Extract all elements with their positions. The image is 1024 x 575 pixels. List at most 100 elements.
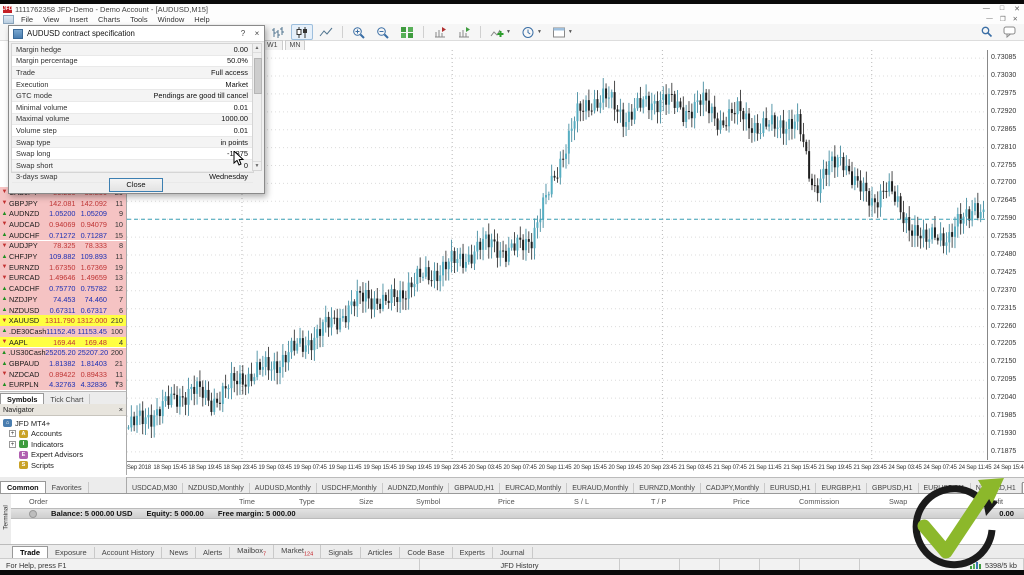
spec-row[interactable]: Execution Market xyxy=(12,79,253,91)
expand-plus-icon[interactable]: + xyxy=(9,440,16,448)
column-header-sl[interactable]: S / L xyxy=(574,497,589,506)
terminal-tab-account-history[interactable]: Account History xyxy=(95,547,163,558)
navigator-item-scripts[interactable]: S Scripts xyxy=(3,460,126,471)
bottom-black-strip xyxy=(0,570,1024,575)
terminal-tab-signals[interactable]: Signals xyxy=(321,547,361,558)
indicators-icon[interactable]: ▼ xyxy=(486,24,515,40)
minimize-icon[interactable]: — xyxy=(983,5,990,13)
dialog-help-icon[interactable]: ? xyxy=(236,29,250,38)
spec-row[interactable]: Swap type in points xyxy=(12,136,253,149)
scrollbar-thumb[interactable] xyxy=(254,58,262,94)
tab-favorites[interactable]: Favorites xyxy=(46,482,89,493)
spec-row[interactable]: Swap long -1.875 xyxy=(12,148,253,160)
navigator-item-indicators[interactable]: + I Indicators xyxy=(3,439,126,450)
menu-help[interactable]: Help xyxy=(189,15,214,24)
terminal-side-tab[interactable]: Terminal xyxy=(0,493,11,545)
column-header-symbol[interactable]: Symbol xyxy=(416,497,440,506)
menu-tools[interactable]: Tools xyxy=(125,15,153,24)
auto-scroll-icon[interactable] xyxy=(453,24,475,40)
close-button[interactable]: Close xyxy=(109,178,163,192)
spec-row[interactable]: Volume step 0.01 xyxy=(12,125,253,137)
navigator-root[interactable]: ⌂ JFD MT4+ xyxy=(3,418,126,429)
scroll-down-icon[interactable]: ▼ xyxy=(253,161,261,170)
column-header-size[interactable]: Size xyxy=(359,497,373,506)
spec-row[interactable]: Swap short 0 xyxy=(12,159,253,172)
column-header-commission[interactable]: Commission xyxy=(799,497,839,506)
market-watch-row[interactable]: ▼ AUDCAD 0.94069 0.94079 10 xyxy=(0,219,126,230)
line-chart-icon[interactable] xyxy=(315,24,337,40)
terminal-tab-code-base[interactable]: Code Base xyxy=(400,547,453,558)
column-header-order[interactable]: Order xyxy=(29,497,48,506)
market-watch-row[interactable]: ▲ NZDJPY 74.453 74.460 7 xyxy=(0,294,126,305)
terminal-tab-news[interactable]: News xyxy=(162,547,196,558)
periods-icon[interactable]: ▼ xyxy=(517,24,546,40)
menu-charts[interactable]: Charts xyxy=(93,15,125,24)
market-watch-row[interactable]: ▼ GBPJPY 142.081 142.092 11 xyxy=(0,197,126,209)
navigator-item-accounts[interactable]: + A Accounts xyxy=(3,429,126,440)
child-restore-icon[interactable]: ❐ xyxy=(1000,15,1006,23)
spec-row[interactable]: Maximal volume 1000.00 xyxy=(12,113,253,126)
market-watch-row[interactable]: ▲ AUDCHF 0.71272 0.71287 15 xyxy=(0,229,126,241)
search-icon[interactable] xyxy=(981,26,993,38)
spec-row[interactable]: Margin percentage 50.0% xyxy=(12,56,253,68)
shift-chart-icon[interactable] xyxy=(429,24,451,40)
market-watch-row[interactable]: ▼ EURCAD 1.49646 1.49659 13 xyxy=(0,272,126,284)
dialog-close-icon[interactable]: × xyxy=(250,29,264,38)
child-minimize-icon[interactable]: — xyxy=(986,15,993,23)
child-close-icon[interactable]: ✕ xyxy=(1013,15,1018,23)
market-watch-row[interactable]: ▼ AUDJPY 78.325 78.333 8 xyxy=(0,240,126,252)
market-watch-scroll-down-icon[interactable]: ▼ xyxy=(114,381,120,387)
terminal-tab-articles[interactable]: Articles xyxy=(361,547,401,558)
market-watch-row[interactable]: ▲ .US30Cash 25205.20 25207.20 200 xyxy=(0,347,126,359)
market-watch-row[interactable]: ▲ CHFJPY 109.882 109.893 11 xyxy=(0,251,126,262)
menu-insert[interactable]: Insert xyxy=(64,15,93,24)
market-watch-row[interactable]: ▲ .DE30Cash 11152.45 11153.45 100 xyxy=(0,326,126,337)
menu-file[interactable]: File xyxy=(16,15,38,24)
terminal-tab-journal[interactable]: Journal xyxy=(493,547,533,558)
close-icon[interactable]: ✕ xyxy=(1014,5,1020,13)
zoom-in-icon[interactable] xyxy=(348,24,370,40)
spec-row[interactable]: Margin hedge 0.00 xyxy=(12,44,253,56)
bar-chart-icon[interactable] xyxy=(267,24,289,40)
market-watch-row[interactable]: ▲ CADCHF 0.75770 0.75782 12 xyxy=(0,283,126,294)
candlesticks-icon[interactable] xyxy=(291,24,313,40)
menu-window[interactable]: Window xyxy=(153,15,190,24)
maximize-icon[interactable]: □ xyxy=(1000,5,1004,13)
navigator-item-expert-advisors[interactable]: E Expert Advisors xyxy=(3,450,126,461)
market-watch-row[interactable]: ▲ EURPLN 4.32763 4.32836 73 xyxy=(0,379,126,391)
market-watch-row[interactable]: ▼ XAUUSD 1311.790 1312.000 210 xyxy=(0,315,126,327)
market-watch-row[interactable]: ▼ EURNZD 1.67350 1.67369 19 xyxy=(0,261,126,273)
tile-windows-icon[interactable] xyxy=(396,24,418,40)
column-header-profit[interactable]: Profit xyxy=(986,497,1003,506)
navigator-close-icon[interactable]: × xyxy=(119,405,123,414)
market-watch-row[interactable]: ▼ NZDCAD 0.89422 0.89433 11 xyxy=(0,368,126,380)
market-watch-row[interactable]: ▲ NZDUSD 0.67311 0.67317 6 xyxy=(0,304,126,316)
tab-common[interactable]: Common xyxy=(0,481,46,493)
dialog-scrollbar[interactable]: ▲ ▼ xyxy=(252,43,262,171)
zoom-out-icon[interactable] xyxy=(372,24,394,40)
spec-row[interactable]: GTC mode Pendings are good till cancel xyxy=(12,90,253,102)
column-header-tp[interactable]: T / P xyxy=(651,497,666,506)
terminal-tab-exposure[interactable]: Exposure xyxy=(48,547,95,558)
column-header-price[interactable]: Price xyxy=(498,497,515,506)
column-header-price[interactable]: Price xyxy=(733,497,750,506)
chat-icon[interactable] xyxy=(1003,26,1016,38)
templates-icon[interactable]: ▼ xyxy=(548,24,577,40)
terminal-tab-experts[interactable]: Experts xyxy=(453,547,493,558)
column-header-type[interactable]: Type xyxy=(299,497,315,506)
terminal-tab-mailbox[interactable]: Mailbox7 xyxy=(230,544,275,558)
spec-row[interactable]: Trade Full access xyxy=(12,67,253,79)
market-watch-row[interactable]: ▲ AUDNZD 1.05200 1.05209 9 xyxy=(0,208,126,220)
terminal-tab-market[interactable]: Market124 xyxy=(274,544,322,558)
terminal-tab-trade[interactable]: Trade xyxy=(12,546,49,558)
column-header-swap[interactable]: Swap xyxy=(889,497,907,506)
spec-row[interactable]: Minimal volume 0.01 xyxy=(12,102,253,114)
expand-plus-icon[interactable]: + xyxy=(9,430,16,438)
terminal-tab-alerts[interactable]: Alerts xyxy=(196,547,231,558)
market-watch-row[interactable]: ▼ AAPL 169.44 169.48 4 xyxy=(0,336,126,348)
menu-view[interactable]: View xyxy=(38,15,64,24)
market-watch-row[interactable]: ▲ GBPAUD 1.81382 1.81403 21 xyxy=(0,358,126,369)
scroll-up-icon[interactable]: ▲ xyxy=(253,44,261,53)
dialog-title-bar[interactable]: AUDUSD contract specification ? × xyxy=(9,26,264,42)
column-header-time[interactable]: Time xyxy=(239,497,255,506)
